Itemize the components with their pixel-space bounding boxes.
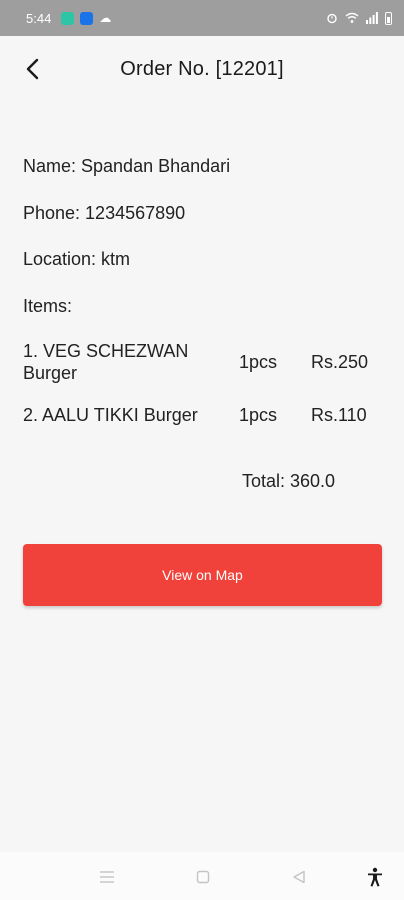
home-button[interactable] bbox=[192, 866, 214, 888]
triangle-back-icon bbox=[293, 870, 305, 884]
item-name: 1. VEG SCHEZWAN Burger bbox=[23, 341, 189, 383]
recents-button[interactable] bbox=[96, 866, 118, 888]
item-price: Rs.250 bbox=[311, 352, 369, 372]
customer-location: Location: ktm bbox=[23, 249, 131, 269]
customer-name: Name: Spandan Bhandari bbox=[23, 156, 231, 176]
app-notification-icon bbox=[80, 11, 94, 25]
customer-phone: Phone: 1234567890 bbox=[23, 203, 186, 223]
nav-back-button[interactable] bbox=[288, 866, 310, 888]
app-bar: Order No. [12201] bbox=[0, 36, 404, 102]
app-notification-icon bbox=[61, 11, 75, 25]
items-heading: Items: bbox=[23, 296, 73, 316]
status-bar: 5:44 ☁ bbox=[0, 0, 404, 36]
page-title: Order No. [12201] bbox=[120, 57, 284, 80]
wifi-icon bbox=[345, 12, 359, 23]
view-on-map-button[interactable]: View on Map bbox=[23, 544, 382, 606]
item-quantity: 1pcs bbox=[239, 405, 278, 425]
status-right bbox=[326, 11, 392, 25]
back-button[interactable] bbox=[18, 54, 48, 84]
battery-icon bbox=[385, 11, 392, 25]
menu-lines-icon bbox=[100, 871, 114, 883]
alarm-icon bbox=[327, 13, 337, 24]
cloud-icon: ☁ bbox=[99, 11, 112, 25]
accessibility-icon bbox=[368, 867, 382, 887]
status-time: 5:44 bbox=[26, 10, 52, 26]
item-name: 2. AALU TIKKI Burger bbox=[23, 405, 198, 425]
signal-icon bbox=[366, 12, 378, 24]
back-arrow-icon bbox=[26, 58, 39, 80]
square-icon bbox=[196, 870, 210, 884]
status-left: 5:44 ☁ bbox=[26, 11, 111, 26]
item-price: Rs.110 bbox=[311, 405, 367, 425]
accessibility-button[interactable] bbox=[364, 866, 386, 888]
order-total: Total: 360.0 bbox=[242, 471, 336, 491]
item-quantity: 1pcs bbox=[239, 352, 278, 372]
system-nav-bar bbox=[0, 852, 404, 900]
